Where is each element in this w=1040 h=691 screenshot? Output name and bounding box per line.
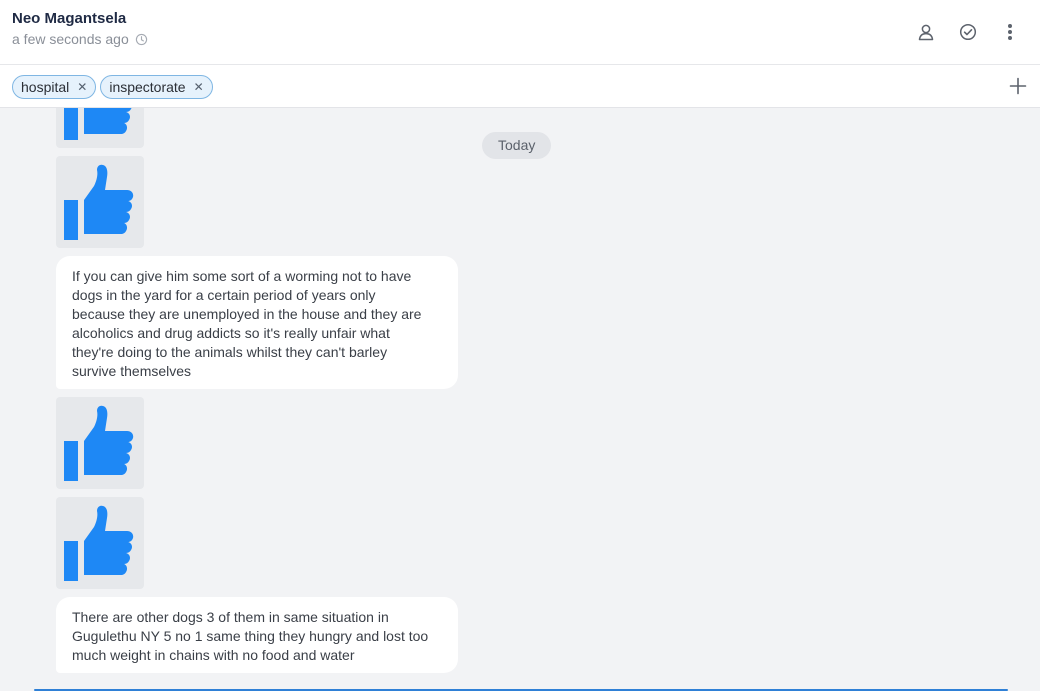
last-seen-status: a few seconds ago xyxy=(12,31,148,47)
text-message[interactable]: There are other dogs 3 of them in same s… xyxy=(56,597,458,673)
conversation-header: Neo Magantsela a few seconds ago xyxy=(0,0,1040,65)
more-options-button[interactable] xyxy=(996,18,1024,46)
sticker-message[interactable] xyxy=(56,108,144,148)
day-separator: Today xyxy=(482,132,552,159)
last-seen-text: a few seconds ago xyxy=(12,31,129,47)
remove-tag-icon[interactable]: ✕ xyxy=(194,80,204,94)
add-tag-button[interactable] xyxy=(1006,74,1030,98)
remove-tag-icon[interactable]: ✕ xyxy=(77,80,87,94)
more-vertical-icon xyxy=(1008,24,1012,40)
thumbs-up-icon xyxy=(64,108,132,140)
sticker-message[interactable] xyxy=(56,397,144,489)
thumbs-up-icon xyxy=(64,164,134,240)
sticker-message[interactable] xyxy=(56,156,144,248)
tag-label: inspectorate xyxy=(109,79,186,95)
contact-name[interactable]: Neo Magantsela xyxy=(12,10,126,27)
thumbs-up-icon xyxy=(64,505,134,581)
person-icon xyxy=(918,24,934,41)
tag-label: hospital xyxy=(21,79,70,95)
resolve-conversation-button[interactable] xyxy=(954,18,982,46)
message-list[interactable]: Today If you can give him some sort of a… xyxy=(0,108,1040,691)
tag-list: hospital ✕ inspectorate ✕ xyxy=(12,75,213,99)
tag-bar: hospital ✕ inspectorate ✕ xyxy=(0,65,1040,108)
contact-profile-button[interactable] xyxy=(912,18,940,46)
header-actions xyxy=(912,18,1024,46)
tag-hospital[interactable]: hospital ✕ xyxy=(12,75,97,99)
clock-icon xyxy=(135,33,147,45)
check-circle-icon xyxy=(959,23,977,41)
text-message[interactable]: If you can give him some sort of a wormi… xyxy=(56,256,458,389)
thumbs-up-icon xyxy=(64,405,134,481)
tag-inspectorate[interactable]: inspectorate ✕ xyxy=(100,75,213,99)
plus-icon xyxy=(1009,77,1027,95)
sticker-message[interactable] xyxy=(56,497,144,589)
